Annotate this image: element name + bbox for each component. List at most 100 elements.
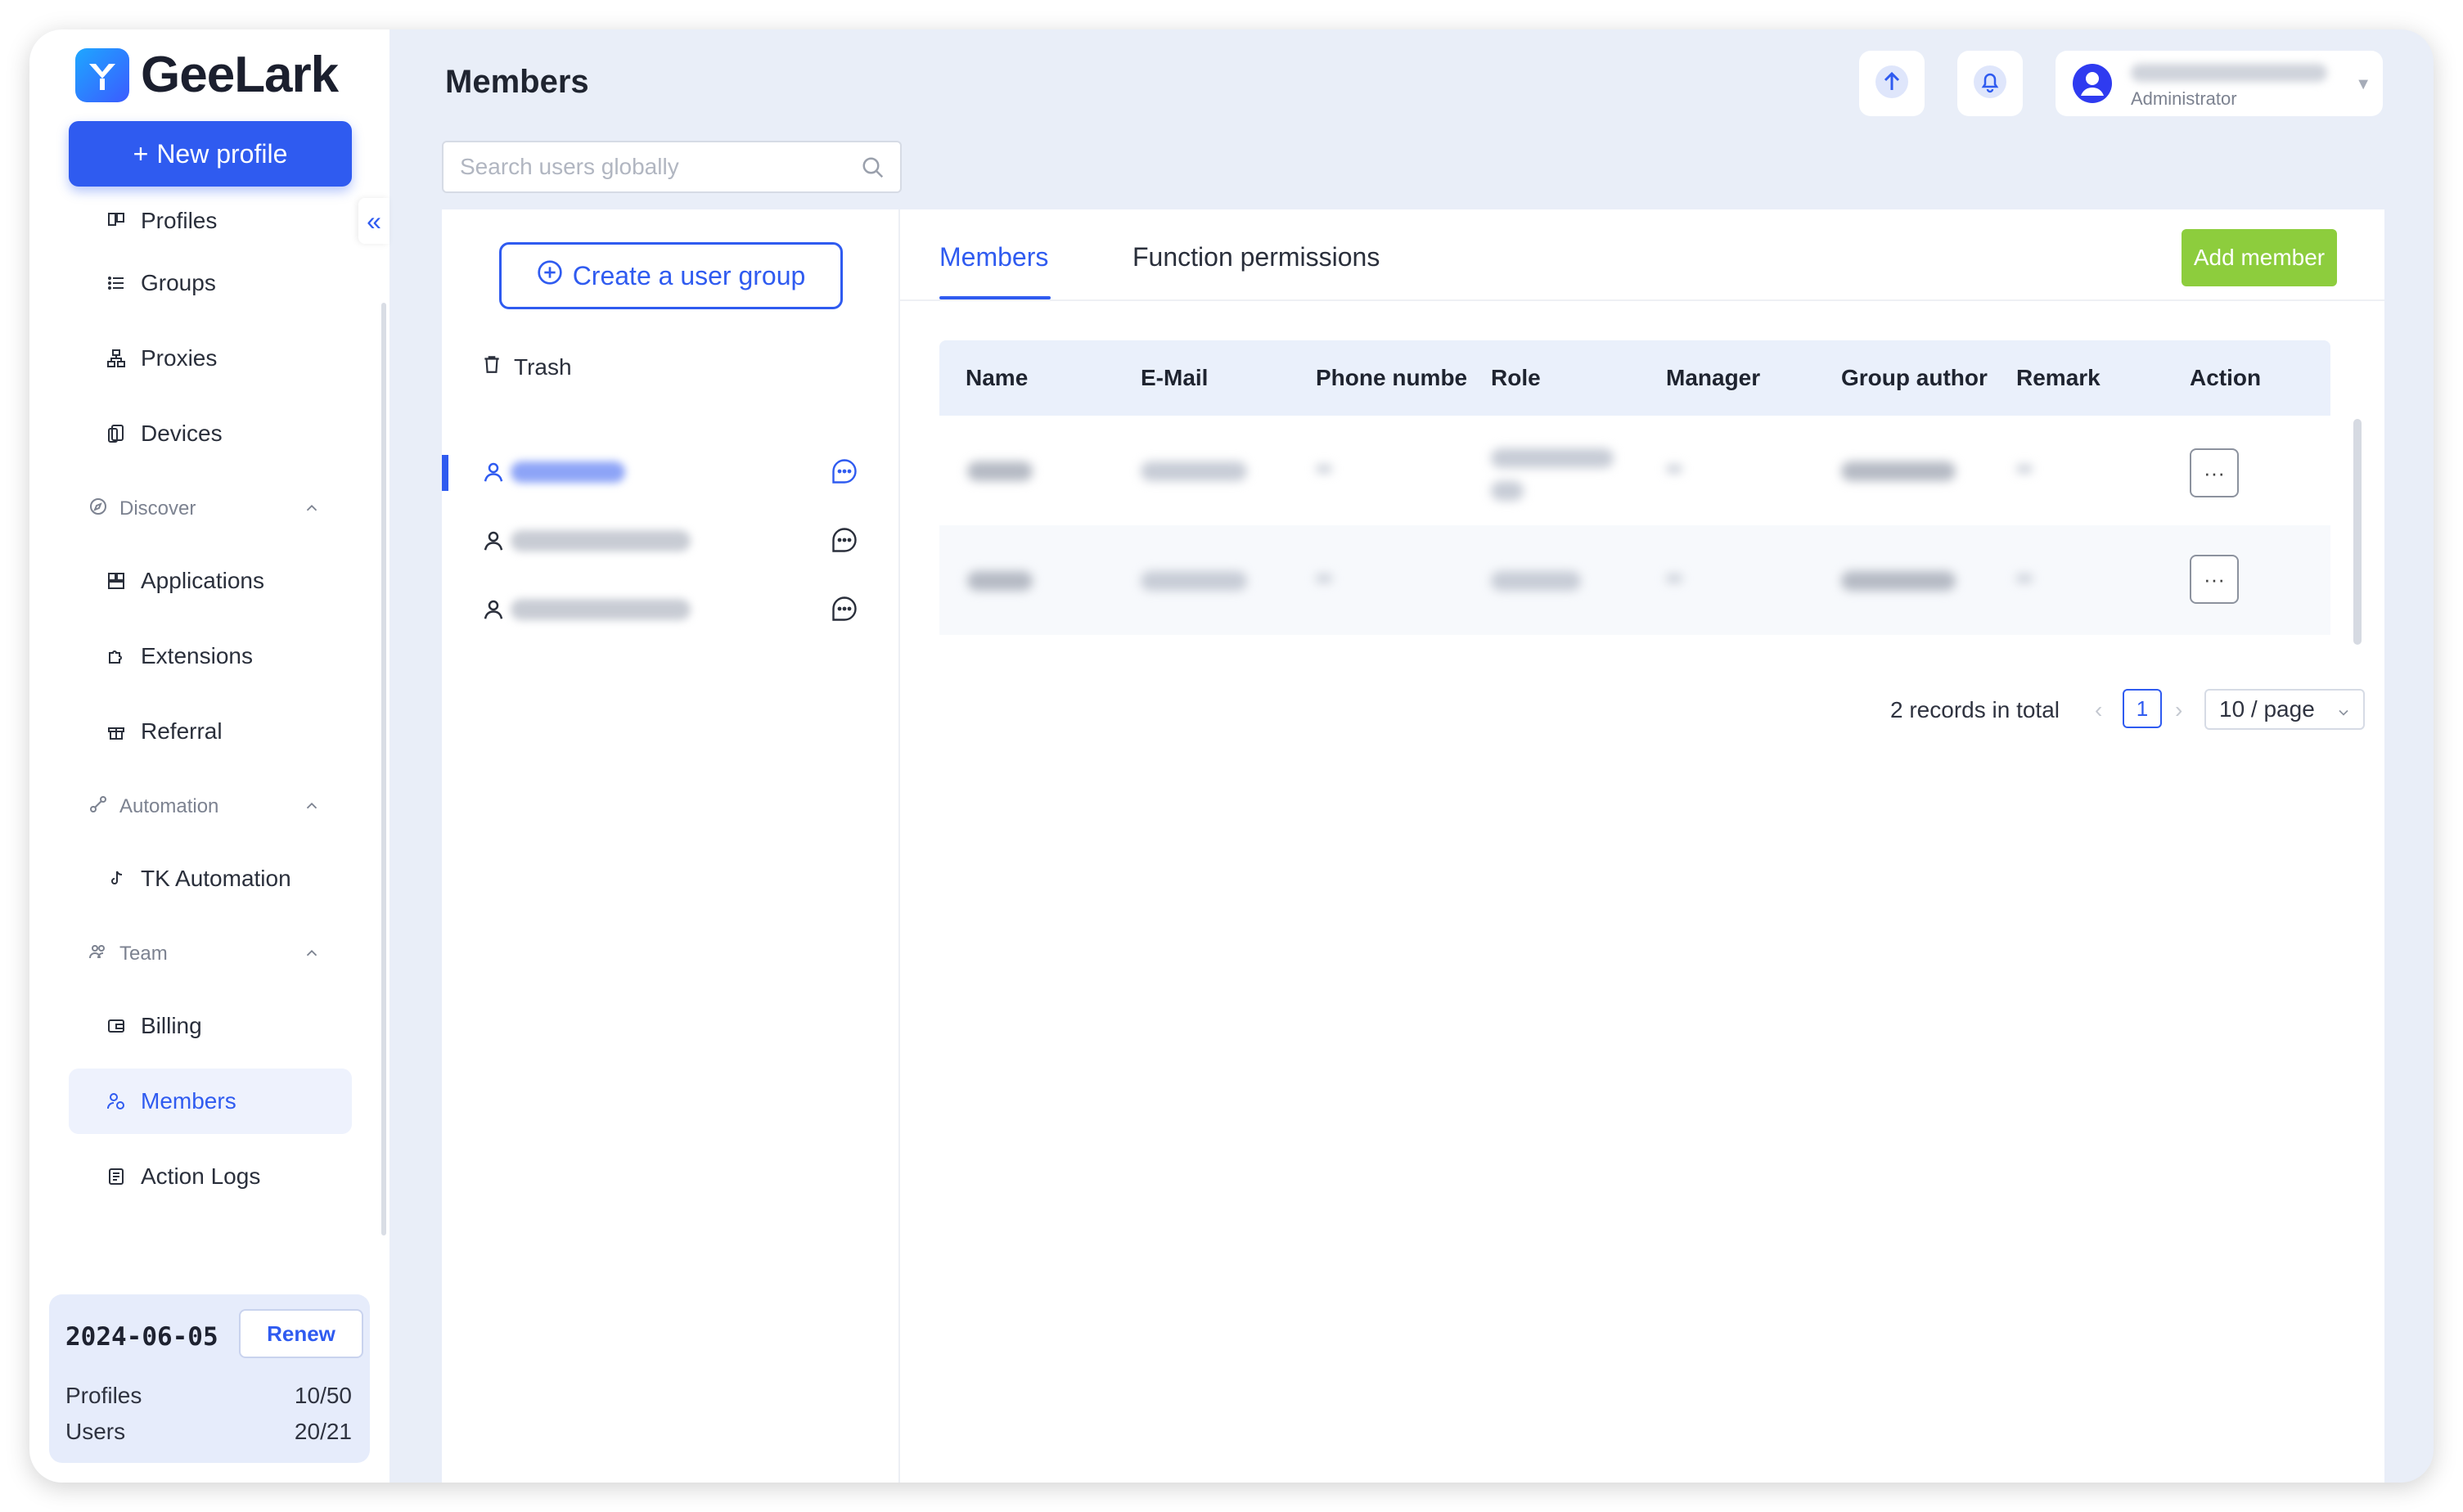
row-action-button[interactable]: ··· <box>2190 555 2239 604</box>
cell-group-redacted <box>1841 571 1956 591</box>
cell-group-redacted <box>1841 461 1956 481</box>
column-header-role[interactable]: Role <box>1491 365 1646 391</box>
plan-profiles-value: 10/50 <box>294 1383 352 1408</box>
gift-icon <box>105 720 128 743</box>
user-icon <box>481 529 506 557</box>
chevron-right-icon[interactable]: › <box>2175 697 2182 723</box>
more-options-icon[interactable] <box>830 525 859 559</box>
group-item[interactable] <box>442 515 900 584</box>
sidebar-item-groups[interactable]: Groups <box>69 250 352 316</box>
sidebar-item-devices[interactable]: Devices <box>69 401 352 466</box>
app-window: GeeLark + New profile « Profiles Groups … <box>29 29 2434 1483</box>
sidebar-item-members[interactable]: Members <box>69 1069 352 1134</box>
user-icon <box>481 597 506 626</box>
more-options-icon[interactable] <box>830 594 859 628</box>
sidebar-section-label: Automation <box>119 795 219 817</box>
plan-expiry-date: 2024-06-05 <box>65 1322 218 1352</box>
wallet-icon <box>105 1015 128 1037</box>
geelark-logo-icon <box>75 47 129 102</box>
search-icon[interactable] <box>861 155 885 184</box>
column-header-phone[interactable]: Phone numbe <box>1316 365 1466 391</box>
tab-members[interactable]: Members <box>939 242 1048 272</box>
table-row[interactable]: ··· <box>939 525 2330 635</box>
group-item[interactable] <box>442 447 900 515</box>
page-title: Members <box>445 64 589 100</box>
sidebar-item-referral[interactable]: Referral <box>69 699 352 764</box>
plan-users-value: 20/21 <box>294 1419 352 1444</box>
new-profile-label: New profile <box>156 138 288 169</box>
automation-icon <box>88 794 108 820</box>
chevron-down-icon <box>2335 700 2352 727</box>
plan-profiles-label: Profiles <box>65 1383 142 1408</box>
sidebar-scrollbar[interactable] <box>381 303 386 1235</box>
sidebar-item-proxies[interactable]: Proxies <box>69 326 352 391</box>
sidebar-item-applications[interactable]: Applications <box>69 548 352 614</box>
search-input[interactable] <box>460 152 853 182</box>
table-header: Name E-Mail Phone numbe Role Manager Gro… <box>939 340 2330 416</box>
sidebar-item-label: Action Logs <box>141 1163 261 1189</box>
sidebar-section-automation[interactable]: Automation <box>69 782 352 831</box>
sidebar-section-team[interactable]: Team <box>69 929 352 979</box>
column-header-remark[interactable]: Remark <box>2016 365 2172 391</box>
group-item[interactable] <box>442 584 900 653</box>
sidebar-item-billing[interactable]: Billing <box>69 993 352 1059</box>
bell-icon <box>1972 64 2008 104</box>
user-menu[interactable]: Administrator ▼ <box>2056 51 2383 116</box>
tab-function-permissions[interactable]: Function permissions <box>1132 242 1380 272</box>
chevron-up-icon <box>303 797 321 821</box>
collapse-sidebar-icon[interactable]: « <box>358 198 389 244</box>
chevron-up-icon <box>303 944 321 968</box>
upload-button[interactable] <box>1859 51 1925 116</box>
sidebar-section-discover[interactable]: Discover <box>69 484 352 533</box>
column-header-action: Action <box>2190 365 2262 390</box>
applications-icon <box>105 569 128 592</box>
table-row[interactable]: ··· <box>939 416 2330 525</box>
sidebar-item-tk-automation[interactable]: TK Automation <box>69 846 352 911</box>
sidebar-item-label: Profiles <box>141 208 218 233</box>
document-icon <box>105 1165 128 1188</box>
group-name-redacted <box>511 461 625 483</box>
app-name: GeeLark <box>141 47 339 103</box>
column-header-manager[interactable]: Manager <box>1666 365 1821 391</box>
trash-item[interactable]: Trash <box>481 353 572 380</box>
members-panel: Members Function permissions Add member … <box>900 209 2384 1483</box>
column-header-name[interactable]: Name <box>966 365 1121 391</box>
notifications-button[interactable] <box>1957 51 2023 116</box>
chevron-left-icon[interactable]: ‹ <box>2095 697 2102 723</box>
puzzle-icon <box>105 645 128 668</box>
records-total: 2 records in total <box>1890 697 2060 722</box>
new-profile-button[interactable]: + New profile <box>69 121 352 187</box>
column-header-group-author[interactable]: Group author <box>1841 365 1997 391</box>
sidebar-item-label: TK Automation <box>141 866 291 891</box>
sidebar-item-profiles[interactable]: Profiles <box>69 195 352 247</box>
user-icon <box>481 460 506 488</box>
group-name-redacted <box>511 530 691 551</box>
group-name-redacted <box>511 599 691 620</box>
more-options-icon[interactable] <box>830 457 859 490</box>
page-number-current[interactable]: 1 <box>2123 689 2162 728</box>
search-box <box>442 141 902 193</box>
user-avatar-icon <box>2072 63 2113 104</box>
cell-name-redacted <box>967 571 1033 591</box>
cell-name-redacted <box>967 461 1033 481</box>
sidebar-item-label: Applications <box>141 568 264 593</box>
add-member-button[interactable]: Add member <box>2182 229 2337 286</box>
plus-circle-icon <box>537 259 563 292</box>
cell-remark-redacted <box>2016 465 2033 473</box>
cell-role-redacted <box>1491 481 1524 501</box>
sidebar-section-label: Discover <box>119 497 196 520</box>
table-scrollbar[interactable] <box>2353 419 2362 645</box>
renew-button[interactable]: Renew <box>239 1309 363 1358</box>
sidebar-item-extensions[interactable]: Extensions <box>69 623 352 689</box>
logo[interactable]: GeeLark <box>75 46 339 104</box>
page-size-select[interactable]: 10 / page <box>2204 689 2365 730</box>
row-action-button[interactable]: ··· <box>2190 448 2239 497</box>
column-header-email[interactable]: E-Mail <box>1141 365 1296 391</box>
user-group-panel: Create a user group Trash <box>442 209 900 1483</box>
sidebar-item-action-logs[interactable]: Action Logs <box>69 1144 352 1209</box>
create-user-group-label: Create a user group <box>572 260 806 290</box>
trash-label: Trash <box>514 353 572 380</box>
arrow-up-icon <box>1874 64 1910 104</box>
create-user-group-button[interactable]: Create a user group <box>499 242 843 309</box>
cell-phone-redacted <box>1316 465 1332 473</box>
